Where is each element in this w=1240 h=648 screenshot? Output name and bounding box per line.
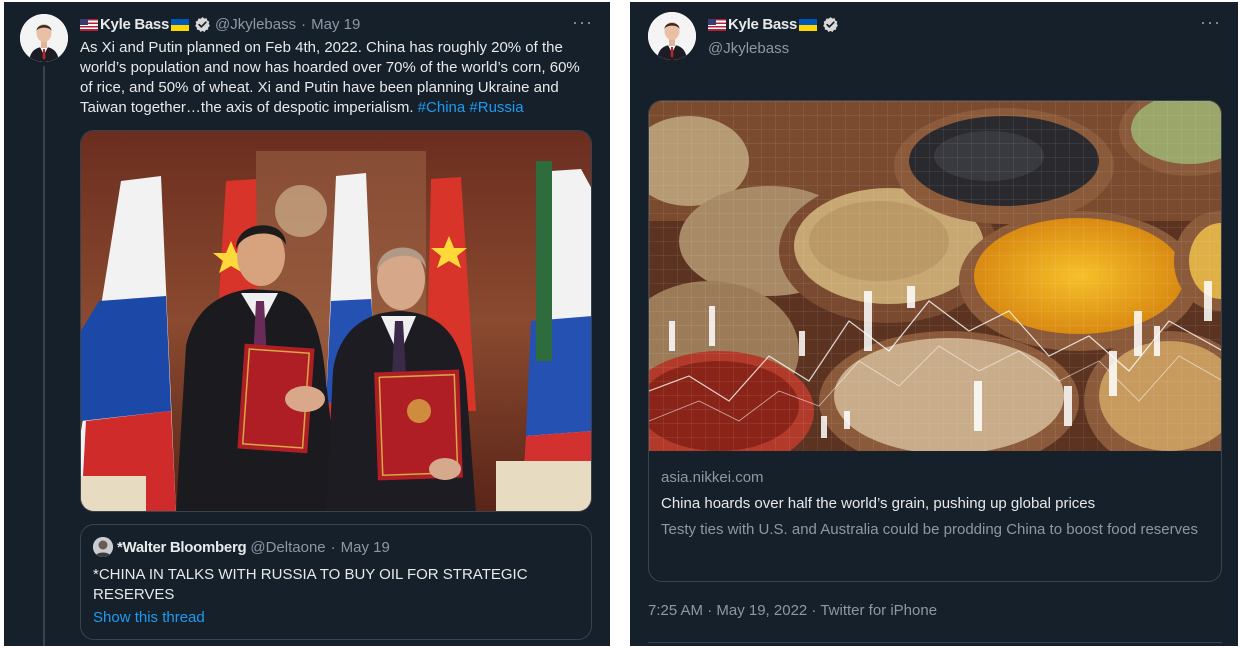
link-title[interactable]: China hoards over half the world’s grain… xyxy=(661,495,1201,512)
more-options-icon[interactable]: ··· xyxy=(572,12,593,33)
quoted-tweet-text: *CHINA IN TALKS WITH RUSSIA TO BUY OIL F… xyxy=(93,566,528,603)
quoted-separator: · xyxy=(330,538,336,556)
tweet-photo[interactable] xyxy=(80,130,592,512)
quoted-tweet-card[interactable]: *Walter Bloomberg @Deltaone · May 19 *CH… xyxy=(80,524,592,640)
link-preview-card[interactable]: asia.nikkei.com China hoards over half t… xyxy=(648,100,1222,582)
quoted-author-handle[interactable]: @Deltaone xyxy=(250,539,325,556)
tweet-timestamp[interactable]: 7:25 AM · May 19, 2022 · Twitter for iPh… xyxy=(648,602,937,619)
author-name[interactable]: Kyle Bass xyxy=(728,16,797,33)
author-avatar[interactable] xyxy=(20,14,68,62)
tweet-header: Kyle Bass @Jkylebass · May 19 xyxy=(80,16,360,33)
person-avatar-icon xyxy=(20,14,68,62)
ukraine-flag-icon xyxy=(171,18,190,31)
left-tweet-panel: Kyle Bass @Jkylebass · May 19 ··· As Xi … xyxy=(4,2,610,646)
tweet-header: Kyle Bass xyxy=(708,16,839,33)
tweet-date[interactable]: May 19 xyxy=(311,16,360,33)
quoted-tweet-header: *Walter Bloomberg @Deltaone · May 19 xyxy=(93,537,390,557)
quoted-date[interactable]: May 19 xyxy=(341,539,390,556)
verified-badge-icon xyxy=(823,17,838,32)
tweet-text: As Xi and Putin planned on Feb 4th, 2022… xyxy=(80,38,592,118)
quoted-author-name[interactable]: *Walter Bloomberg xyxy=(117,539,247,556)
verified-badge-icon xyxy=(195,17,210,32)
hashtag-china[interactable]: #China xyxy=(418,99,466,116)
link-domain: asia.nikkei.com xyxy=(661,469,764,486)
author-avatar[interactable] xyxy=(648,12,696,60)
hashtag-russia[interactable]: #Russia xyxy=(469,99,523,116)
link-description: Testy ties with U.S. and Australia could… xyxy=(661,521,1198,538)
author-handle[interactable]: @Jkylebass xyxy=(708,40,789,57)
header-separator: · xyxy=(301,16,307,33)
more-options-icon[interactable]: ··· xyxy=(1200,12,1221,33)
us-flag-icon xyxy=(708,18,726,31)
right-tweet-panel: Kyle Bass @Jkylebass ··· asia.nikkei.com… xyxy=(630,2,1238,646)
thread-connector-line xyxy=(43,66,45,646)
divider xyxy=(648,642,1222,643)
person-avatar-icon xyxy=(93,537,113,557)
author-handle[interactable]: @Jkylebass xyxy=(215,16,296,33)
author-name[interactable]: Kyle Bass xyxy=(100,16,169,33)
xi-putin-handshake-photo xyxy=(81,131,591,511)
grain-bowls-image xyxy=(649,101,1221,451)
ukraine-flag-icon xyxy=(799,18,818,31)
quoted-author-avatar[interactable] xyxy=(93,537,113,557)
us-flag-icon xyxy=(80,18,98,31)
person-avatar-icon xyxy=(648,12,696,60)
show-thread-link[interactable]: Show this thread xyxy=(93,609,205,626)
